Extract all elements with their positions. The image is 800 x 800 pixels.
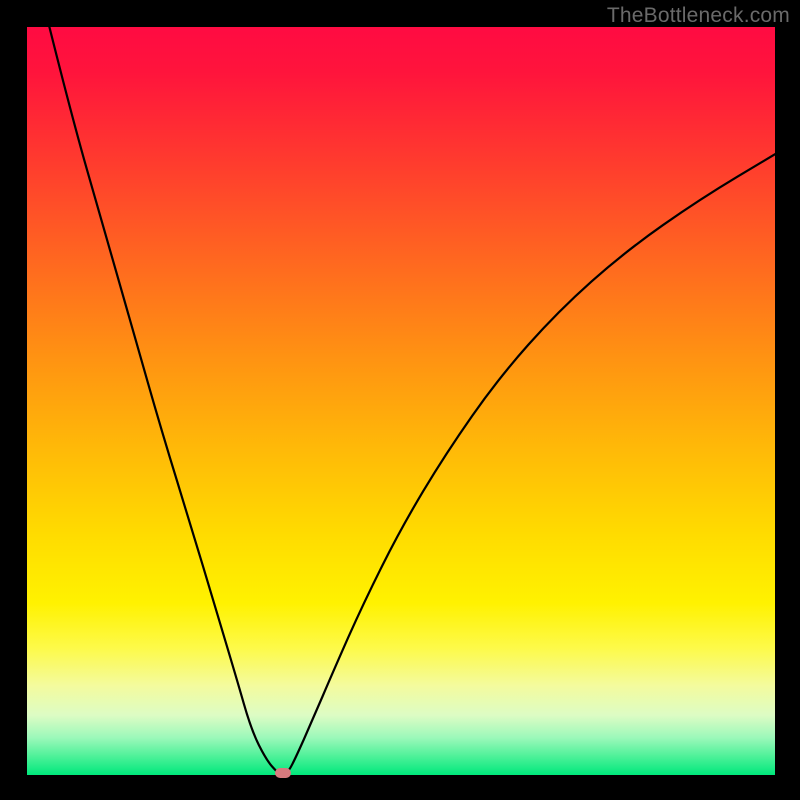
curve-path bbox=[49, 27, 775, 774]
optimal-marker bbox=[275, 768, 291, 778]
plot-area bbox=[27, 27, 775, 775]
watermark-text: TheBottleneck.com bbox=[607, 4, 790, 28]
bottleneck-curve bbox=[27, 27, 775, 775]
chart-frame: TheBottleneck.com bbox=[0, 0, 800, 800]
